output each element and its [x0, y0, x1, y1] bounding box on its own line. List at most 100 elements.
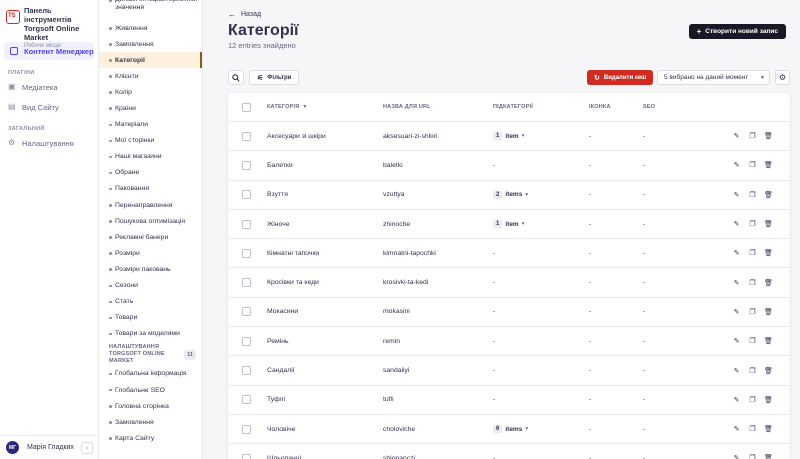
row-checkbox[interactable] — [242, 307, 251, 317]
edit-icon[interactable]: ✎ — [732, 220, 741, 228]
trash-icon[interactable]: 🗑 — [764, 367, 773, 375]
columns-select[interactable]: 5 вибрано на даний момент ▾ — [657, 70, 770, 85]
subnav-item-sizes[interactable]: Розміри — [99, 245, 202, 261]
subnav-item-global-seo[interactable]: Глобальне SEO — [99, 382, 202, 398]
filters-button[interactable]: ⚟ Фільтри — [249, 70, 300, 85]
subnav-item-global-info[interactable]: Глобальна інформація — [99, 366, 202, 382]
trash-icon[interactable]: 🗑 — [764, 249, 773, 257]
edit-icon[interactable]: ✎ — [732, 454, 741, 459]
subnav-item-my-pages[interactable]: Мої сторінки — [99, 133, 202, 149]
subnav-item-clients[interactable]: Клієнти — [99, 68, 202, 84]
duplicate-icon[interactable]: ❐ — [748, 161, 757, 169]
subnav-item-home-page[interactable]: Головна сторінка — [99, 398, 202, 414]
subnav-item-packaging[interactable]: Паковання — [99, 181, 202, 197]
row-checkbox[interactable] — [242, 336, 251, 346]
edit-icon[interactable]: ✎ — [732, 396, 741, 404]
duplicate-icon[interactable]: ❐ — [748, 132, 757, 140]
table-row[interactable]: Кросівки та кеди krosivki-ta-kedi - - - ✎ ❐ 🗑 — [228, 268, 790, 298]
nav-media-library[interactable]: ▣ Медіатека — [0, 78, 98, 96]
subnav-item-orders[interactable]: Замовлення — [99, 36, 202, 52]
subnav-item-seasons[interactable]: Сезони — [99, 278, 202, 294]
duplicate-icon[interactable]: ❐ — [748, 454, 757, 459]
duplicate-icon[interactable]: ❐ — [748, 337, 757, 345]
trash-icon[interactable]: 🗑 — [764, 308, 773, 316]
subnav-item-power[interactable]: Живлення — [99, 20, 202, 36]
trash-icon[interactable]: 🗑 — [764, 396, 773, 404]
table-row[interactable]: Ремінь remin - - - ✎ ❐ 🗑 — [228, 327, 790, 357]
subnav-item-orders-settings[interactable]: Замовлення — [99, 414, 202, 430]
row-checkbox[interactable] — [242, 190, 251, 200]
list-settings-button[interactable]: ⚙ — [775, 70, 790, 85]
trash-icon[interactable]: 🗑 — [764, 279, 773, 287]
edit-icon[interactable]: ✎ — [732, 249, 741, 257]
duplicate-icon[interactable]: ❐ — [748, 249, 757, 257]
user-name[interactable]: Марія Гладких — [27, 444, 74, 451]
avatar[interactable]: MГ — [6, 441, 19, 454]
trash-icon[interactable]: 🗑 — [764, 220, 773, 228]
subnav-item-countries[interactable]: Країни — [99, 100, 202, 116]
collapse-nav-button[interactable]: ‹ — [81, 442, 93, 454]
trash-icon[interactable]: 🗑 — [764, 132, 773, 140]
row-checkbox[interactable] — [242, 453, 251, 459]
edit-icon[interactable]: ✎ — [732, 191, 741, 199]
trash-icon[interactable]: 🗑 — [764, 191, 773, 199]
subnav-item-sitemap[interactable]: Карта Сайту — [99, 430, 202, 446]
table-row[interactable]: Взуття vzuttya 2 items ▾ - - ✎ ❐ 🗑 — [228, 181, 790, 210]
trash-icon[interactable]: 🗑 — [764, 337, 773, 345]
edit-icon[interactable]: ✎ — [732, 279, 741, 287]
clear-cache-button[interactable]: ↻ Видалити кеш — [587, 70, 654, 85]
subnav-item-favorites[interactable]: Обране — [99, 165, 202, 181]
header-category[interactable]: КАТЕГОРІЯ ▼ — [267, 104, 383, 110]
create-entry-button[interactable]: + Створити новий запис — [688, 24, 786, 39]
edit-icon[interactable]: ✎ — [732, 337, 741, 345]
back-link[interactable]: ← Назад — [228, 10, 261, 19]
subnav-item-dynamic-characteristics[interactable]: Динамічні характеристики значення — [99, 0, 202, 20]
edit-icon[interactable]: ✎ — [732, 161, 741, 169]
subnav-item-package-sizes[interactable]: Розміри паковань — [99, 261, 202, 277]
header-icon[interactable]: ІКОНКА — [589, 104, 643, 110]
cell-subcategories[interactable]: 2 items ▾ — [493, 190, 589, 199]
row-checkbox[interactable] — [242, 278, 251, 288]
subnav-section-settings[interactable]: НАЛАШТУВАННЯ TORGSOFT ONLINE MARKET 11 — [99, 344, 202, 366]
cell-subcategories[interactable]: 6 items ▾ — [493, 425, 589, 434]
row-checkbox[interactable] — [242, 131, 251, 141]
table-row[interactable]: Аксесуари зі шкіри aksesuari-zi-shkiri 1 it… — [228, 122, 790, 152]
duplicate-icon[interactable]: ❐ — [748, 279, 757, 287]
nav-settings[interactable]: ⚙ Налаштування — [0, 134, 98, 152]
trash-icon[interactable]: 🗑 — [764, 161, 773, 169]
edit-icon[interactable]: ✎ — [732, 132, 741, 140]
table-row[interactable]: Чоловіче choloviche 6 items ▾ - - ✎ ❐ 🗑 — [228, 415, 790, 445]
duplicate-icon[interactable]: ❐ — [748, 396, 757, 404]
header-seo[interactable]: SEO — [643, 104, 713, 110]
subnav-item-color[interactable]: Колір — [99, 84, 202, 100]
table-row[interactable]: Кімнатні тапочки kimnatni-tapochki - - - ✎ ❐ 🗑 — [228, 239, 790, 269]
subnav-item-materials[interactable]: Матеріали — [99, 117, 202, 133]
edit-icon[interactable]: ✎ — [732, 367, 741, 375]
table-row[interactable]: Мокасини mokasini - - - ✎ ❐ 🗑 — [228, 298, 790, 328]
trash-icon[interactable]: 🗑 — [764, 454, 773, 459]
duplicate-icon[interactable]: ❐ — [748, 308, 757, 316]
row-checkbox[interactable] — [242, 160, 251, 170]
table-row[interactable]: Шльопанці shlopanczi - - - ✎ ❐ 🗑 — [228, 444, 790, 459]
cell-subcategories[interactable]: 1 item ▾ — [493, 220, 589, 229]
trash-icon[interactable]: 🗑 — [764, 425, 773, 433]
subnav-item-categories[interactable]: Категорії — [99, 52, 202, 69]
duplicate-icon[interactable]: ❐ — [748, 367, 757, 375]
table-row[interactable]: Туфлі tufli - - - ✎ ❐ 🗑 — [228, 386, 790, 415]
edit-icon[interactable]: ✎ — [732, 308, 741, 316]
header-url[interactable]: НАЗВА ДЛЯ URL — [383, 104, 493, 110]
search-button[interactable] — [228, 70, 244, 85]
row-checkbox[interactable] — [242, 395, 251, 405]
table-row[interactable]: Балетки baletki - - - ✎ ❐ 🗑 — [228, 151, 790, 181]
row-checkbox[interactable] — [242, 248, 251, 258]
row-checkbox[interactable] — [242, 424, 251, 434]
row-checkbox[interactable] — [242, 219, 251, 229]
table-row[interactable]: Сандалії sandaliyi - - - ✎ ❐ 🗑 — [228, 356, 790, 386]
subnav-item-gender[interactable]: Стать — [99, 294, 202, 310]
nav-site-view[interactable]: ▤ Вид Сайту — [0, 98, 98, 116]
cell-subcategories[interactable]: 1 item ▾ — [493, 132, 589, 141]
subnav-item-seo[interactable]: Пошукова оптимізація — [99, 213, 202, 229]
edit-icon[interactable]: ✎ — [732, 425, 741, 433]
subnav-item-redirects[interactable]: Перенаправлення — [99, 197, 202, 213]
header-subcategories[interactable]: ПІДКАТЕГОРІЇ — [493, 104, 589, 110]
